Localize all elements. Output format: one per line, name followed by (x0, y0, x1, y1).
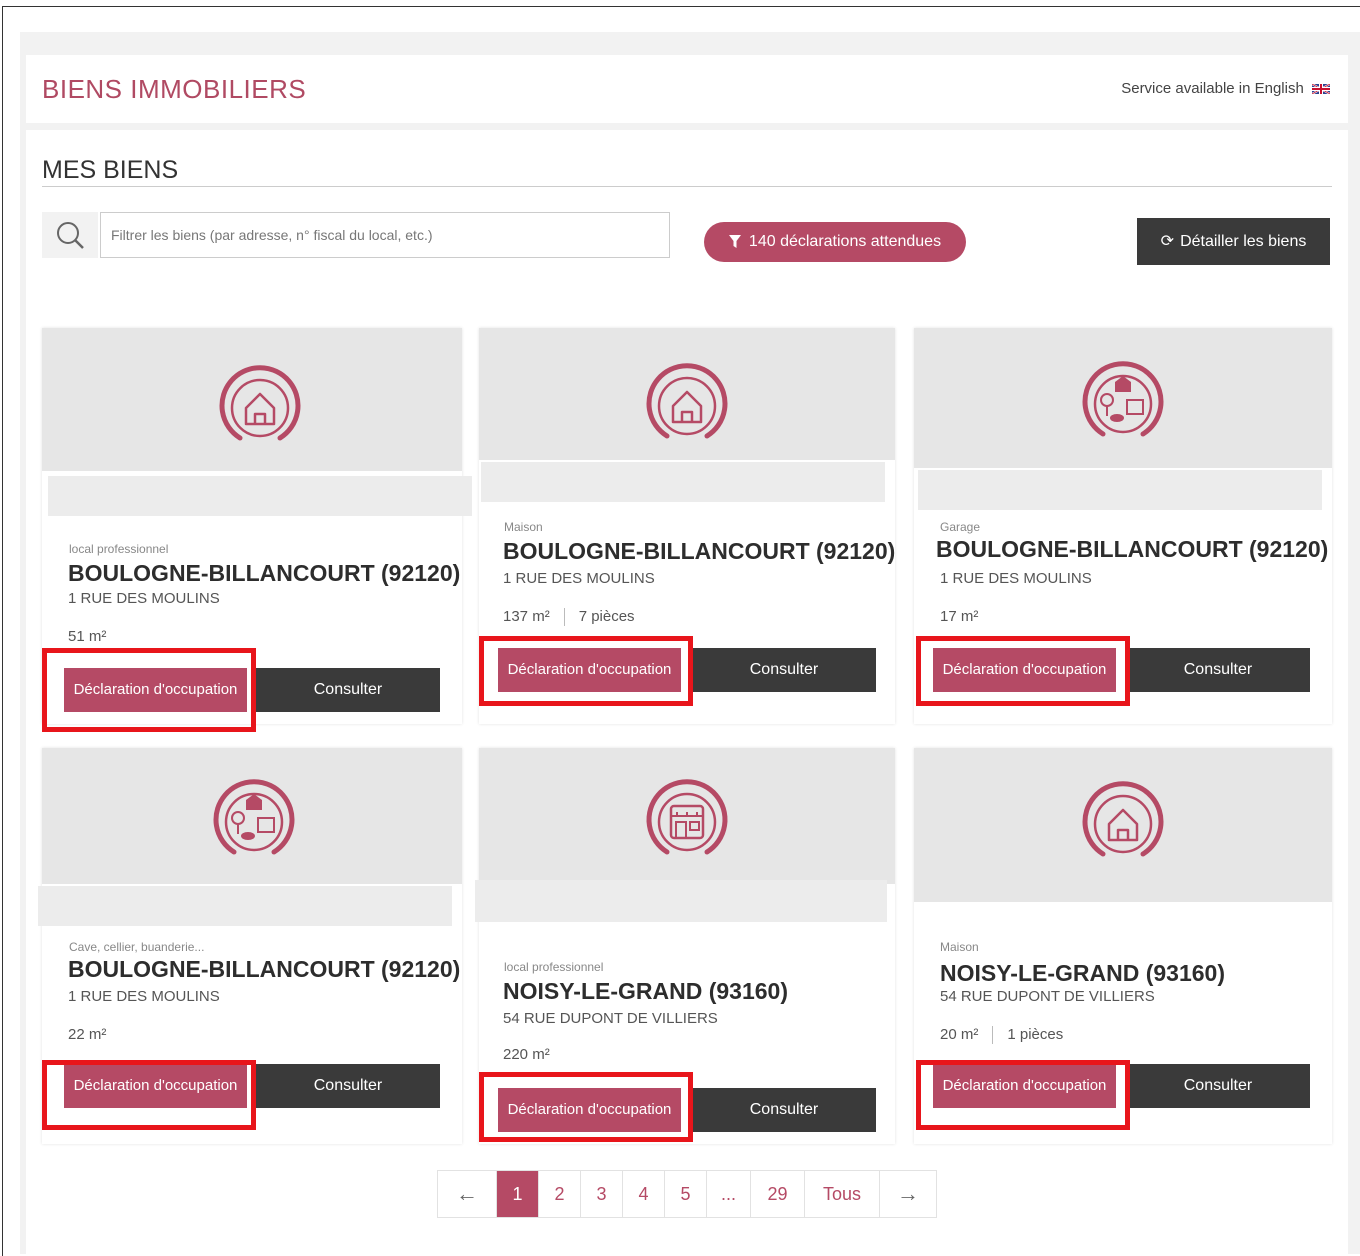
surface-value: 20 m² (940, 1026, 979, 1043)
property-surface: 17 m² (940, 608, 978, 625)
property-type: Maison (940, 940, 979, 954)
highlight-box (42, 1060, 256, 1130)
card-strip (918, 470, 1322, 510)
language-link[interactable]: Service available in English (1121, 80, 1330, 97)
highlight-box (916, 1060, 1130, 1130)
property-address: 1 RUE DES MOULINS (68, 590, 220, 607)
property-type: Cave, cellier, buanderie... (69, 940, 205, 954)
card-strip (48, 476, 472, 516)
declarations-filter-badge[interactable]: 140 déclarations attendues (704, 222, 966, 262)
consult-button[interactable]: Consulter (1126, 1064, 1310, 1108)
highlight-box (479, 1072, 693, 1142)
detail-button[interactable]: ⟳ Détailler les biens (1137, 218, 1330, 265)
highlight-box (42, 648, 256, 732)
property-city: BOULOGNE-BILLANCOURT (92120) (936, 536, 1329, 562)
consult-button[interactable]: Consulter (692, 648, 876, 692)
property-address: 1 RUE DES MOULINS (940, 570, 1092, 587)
section-divider (42, 186, 1332, 187)
search-bar (42, 212, 670, 258)
property-city: BOULOGNE-BILLANCOURT (92120) (68, 956, 461, 982)
surface-value: 17 m² (940, 608, 979, 625)
pagination: ← 1 2 3 4 5 ... 29 Tous → (437, 1170, 937, 1218)
property-surface: 220 m² (503, 1046, 550, 1063)
section-title: MES BIENS (42, 156, 179, 184)
house-icon (219, 365, 301, 441)
surface-value: 137 m² (503, 608, 550, 625)
surface-value: 22 m² (68, 1026, 107, 1043)
property-type: Garage (940, 520, 981, 534)
property-type: Maison (504, 520, 543, 534)
property-address: 1 RUE DES MOULINS (68, 988, 220, 1005)
uk-flag-icon (1312, 84, 1330, 95)
page-button-4[interactable]: 4 (623, 1171, 665, 1217)
card-strip (38, 886, 452, 926)
cellar-icon (213, 779, 295, 855)
property-city: NOISY-LE-GRAND (93160) (940, 960, 1226, 986)
property-address: 54 RUE DUPONT DE VILLIERS (503, 1010, 718, 1027)
search-input[interactable] (100, 212, 670, 258)
consult-button[interactable]: Consulter (692, 1088, 876, 1132)
page-button-2[interactable]: 2 (539, 1171, 581, 1217)
page-button-3[interactable]: 3 (581, 1171, 623, 1217)
next-page-button[interactable]: → (880, 1171, 936, 1217)
page-button-29[interactable]: 29 (751, 1171, 805, 1217)
search-icon (57, 222, 84, 249)
refresh-icon: ⟳ (1160, 233, 1175, 250)
property-city: BOULOGNE-BILLANCOURT (92120) (68, 560, 461, 586)
property-surface: 137 m² 7 pièces (503, 608, 635, 627)
declarations-count: 140 déclarations attendues (748, 233, 942, 250)
app-title: BIENS IMMOBILIERS (42, 74, 307, 104)
page-button-all[interactable]: Tous (805, 1171, 880, 1217)
detail-button-label: Détailler les biens (1180, 233, 1307, 250)
card-strip (475, 880, 887, 922)
property-surface: 20 m² 1 pièces (940, 1026, 1064, 1045)
page-button-1[interactable]: 1 (497, 1171, 539, 1217)
property-surface: 51 m² (68, 628, 106, 645)
rooms-value: 1 pièces (1007, 1026, 1064, 1043)
property-address: 54 RUE DUPONT DE VILLIERS (940, 988, 1155, 1005)
consult-button[interactable]: Consulter (256, 1064, 440, 1108)
service-text: Service available in English (1121, 80, 1304, 97)
house-icon (646, 363, 728, 439)
search-button[interactable] (42, 212, 98, 258)
property-type: local professionnel (504, 960, 604, 974)
surface-value: 51 m² (68, 628, 107, 645)
garage-icon (1082, 361, 1164, 437)
rooms-value: 7 pièces (578, 608, 635, 625)
prev-page-button[interactable]: ← (438, 1171, 497, 1217)
filter-icon (728, 235, 741, 249)
highlight-box (916, 636, 1130, 706)
property-city: NOISY-LE-GRAND (93160) (503, 978, 789, 1004)
separator (563, 608, 565, 627)
consult-button[interactable]: Consulter (256, 668, 440, 712)
property-city: BOULOGNE-BILLANCOURT (92120) (503, 538, 896, 564)
surface-value: 220 m² (503, 1046, 550, 1063)
property-type: local professionnel (69, 542, 169, 556)
page-button-5[interactable]: 5 (665, 1171, 707, 1217)
shop-icon (646, 779, 728, 855)
card-strip (481, 462, 885, 502)
separator (992, 1026, 994, 1045)
property-surface: 22 m² (68, 1026, 106, 1043)
highlight-box (479, 636, 693, 706)
consult-button[interactable]: Consulter (1126, 648, 1310, 692)
property-address: 1 RUE DES MOULINS (503, 570, 655, 587)
house-icon (1082, 781, 1164, 857)
page-ellipsis: ... (707, 1171, 751, 1217)
